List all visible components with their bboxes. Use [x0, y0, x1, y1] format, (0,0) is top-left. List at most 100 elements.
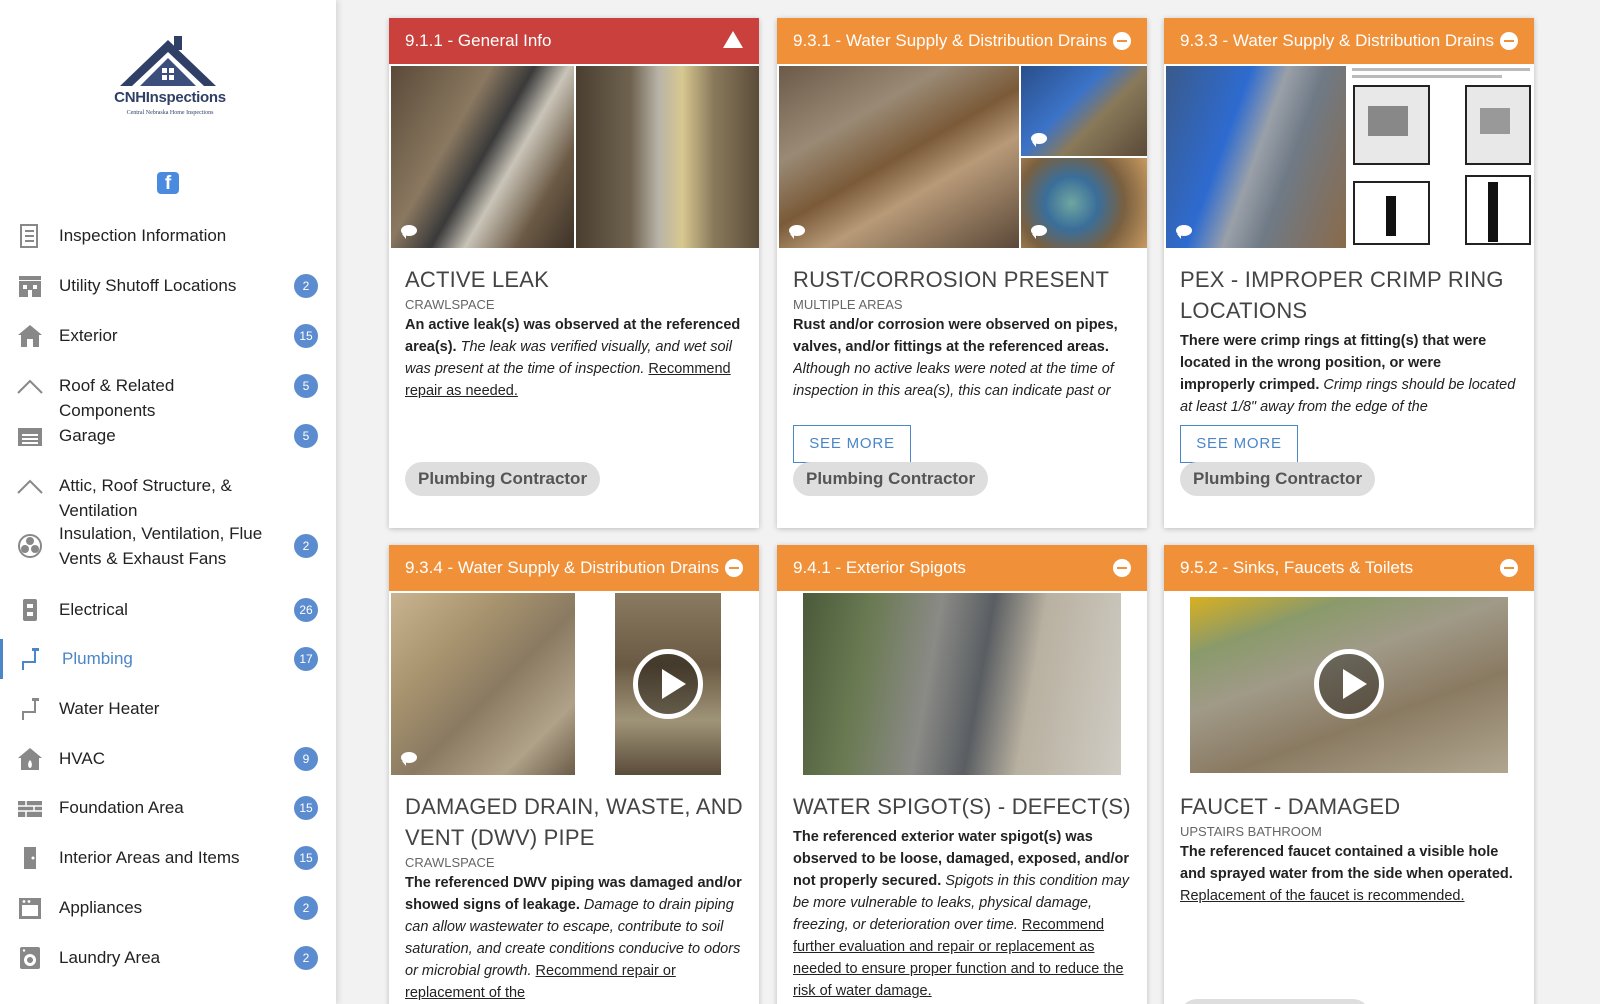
card-body: RUST/CORROSION PRESENT MULTIPLE AREAS Ru… [777, 248, 1147, 402]
sidebar-item-label: Electrical [59, 600, 128, 619]
defect-title: FAUCET - DAMAGED [1180, 794, 1401, 819]
defect-card[interactable]: 9.3.3 - Water Supply & Distribution Drai… [1164, 18, 1534, 528]
defect-location: CRAWLSPACE [405, 297, 495, 312]
defect-card[interactable]: 9.3.4 - Water Supply & Distribution Drai… [389, 545, 759, 1004]
defect-title: RUST/CORROSION PRESENT [793, 267, 1110, 292]
minus-circle-icon[interactable] [1113, 32, 1131, 50]
minus-circle-icon[interactable] [1500, 559, 1518, 577]
photo-gallery [1164, 64, 1534, 248]
contractor-pill[interactable]: Plumbing Contractor [1180, 462, 1376, 496]
defect-description: An active leak(s) was observed at the re… [405, 314, 743, 402]
defect-title: PEX - IMPROPER CRIMP RING LOCATIONS [1180, 267, 1504, 323]
defect-card[interactable]: 9.1.1 - General Info ACTIVE LEAK CRAWLSP… [389, 18, 759, 528]
see-more-button[interactable]: SEE MORE [793, 425, 911, 463]
count-badge: 5 [294, 424, 318, 448]
defect-card[interactable]: 9.4.1 - Exterior Spigots WATER SPIGOT(S)… [777, 545, 1147, 1004]
photo-gallery [389, 64, 759, 248]
sidebar-item-label: Foundation Area [59, 798, 184, 817]
card-header[interactable]: 9.3.1 - Water Supply & Distribution Drai… [777, 18, 1147, 64]
play-icon[interactable] [633, 649, 703, 719]
desc-bold: The referenced faucet contained a visibl… [1180, 844, 1513, 882]
contractor-pill[interactable]: Plumbing Contractor [405, 462, 601, 496]
defect-location: UPSTAIRS BATHROOM [1180, 824, 1322, 839]
sidebar-item-utility-shutoff[interactable]: Utility Shutoff Locations 2 [0, 266, 336, 306]
photo-thumbnail[interactable] [1021, 66, 1147, 156]
logo-name: CNHInspections [114, 89, 226, 106]
see-more-button[interactable]: SEE MORE [1180, 425, 1298, 463]
logo-tagline: Central Nebraska Home Inspections [126, 110, 214, 116]
play-icon[interactable] [1314, 649, 1384, 719]
defect-title: ACTIVE LEAK [405, 267, 550, 292]
sidebar-item-attic[interactable]: Attic, Roof Structure, & Ventilation [0, 466, 336, 520]
count-badge: 5 [294, 374, 318, 398]
crimp-ring-diagram [1352, 68, 1531, 245]
defect-card[interactable]: 9.5.2 - Sinks, Faucets & Toilets FAUCET … [1164, 545, 1534, 1004]
sidebar-item-water-heater[interactable]: Water Heater [0, 689, 336, 729]
comment-icon [1176, 225, 1192, 239]
diagram-thumbnail[interactable] [1348, 66, 1534, 248]
sidebar-item-exterior[interactable]: Exterior 15 [0, 316, 336, 356]
card-section: 9.3.1 - Water Supply & Distribution Drai… [793, 31, 1107, 50]
photo-thumbnail[interactable] [391, 66, 574, 248]
facebook-icon[interactable]: f [157, 172, 179, 194]
photo-gallery [1164, 591, 1534, 775]
card-header[interactable]: 9.3.4 - Water Supply & Distribution Drai… [389, 545, 759, 591]
sidebar-item-appliances[interactable]: Appliances 2 [0, 888, 336, 928]
photo-thumbnail[interactable] [576, 66, 759, 248]
count-badge: 2 [294, 896, 318, 920]
defect-description: The referenced exterior water spigot(s) … [793, 826, 1131, 1002]
card-body: PEX - IMPROPER CRIMP RING LOCATIONS Ther… [1164, 248, 1534, 418]
photo-thumbnail[interactable] [391, 593, 575, 775]
defect-title: DAMAGED DRAIN, WASTE, AND VENT (DWV) PIP… [405, 794, 743, 850]
comment-icon [401, 752, 417, 766]
desc-recommendation: Replacement of the faucet is recommended… [1180, 888, 1465, 904]
sidebar-item-interior[interactable]: Interior Areas and Items 15 [0, 838, 336, 878]
comment-icon [401, 225, 417, 239]
warning-icon [723, 31, 743, 64]
washer-icon [20, 947, 40, 969]
comment-icon [1031, 225, 1047, 239]
contractor-pill[interactable] [1180, 999, 1370, 1004]
photo-thumbnail[interactable] [1021, 158, 1147, 248]
card-body: DAMAGED DRAIN, WASTE, AND VENT (DWV) PIP… [389, 775, 759, 1004]
count-badge: 15 [294, 796, 318, 820]
sidebar-item-label: Laundry Area [59, 948, 161, 967]
sidebar-item-label: Water Heater [59, 699, 160, 718]
sidebar-item-plumbing[interactable]: Plumbing 17 [0, 639, 336, 679]
minus-circle-icon[interactable] [1500, 32, 1518, 50]
sidebar-item-garage[interactable]: Garage 5 [0, 416, 336, 456]
minus-circle-icon[interactable] [725, 559, 743, 577]
video-thumbnail[interactable] [615, 593, 721, 775]
document-icon [20, 224, 38, 248]
minus-circle-icon[interactable] [1113, 559, 1131, 577]
card-header[interactable]: 9.3.3 - Water Supply & Distribution Drai… [1164, 18, 1534, 64]
photo-thumbnail[interactable] [803, 593, 1121, 775]
sidebar-item-insulation[interactable]: Insulation, Ventilation, Flue Vents & Ex… [0, 516, 336, 576]
sidebar-item-foundation[interactable]: Foundation Area 15 [0, 788, 336, 828]
sidebar-item-roof[interactable]: Roof & Related Components 5 [0, 366, 336, 420]
card-header[interactable]: 9.5.2 - Sinks, Faucets & Toilets [1164, 545, 1534, 591]
comment-icon [789, 225, 805, 239]
roof-icon [17, 379, 43, 394]
photo-gallery [389, 591, 759, 775]
garage-icon [18, 428, 42, 446]
sidebar-item-inspection-information[interactable]: Inspection Information [0, 216, 336, 256]
card-header[interactable]: 9.4.1 - Exterior Spigots [777, 545, 1147, 591]
sidebar-item-electrical[interactable]: Electrical 26 [0, 590, 336, 630]
defect-description: The referenced faucet contained a visibl… [1180, 841, 1518, 907]
video-thumbnail[interactable] [1190, 597, 1508, 773]
sidebar-item-hvac[interactable]: HVAC 9 [0, 739, 336, 779]
defect-card[interactable]: 9.3.1 - Water Supply & Distribution Drai… [777, 18, 1147, 528]
card-body: FAUCET - DAMAGED UPSTAIRS BATHROOM The r… [1164, 775, 1534, 907]
company-logo[interactable]: CNHInspections Central Nebraska Home Ins… [100, 34, 240, 124]
sidebar-item-label: Garage [59, 426, 116, 445]
card-header[interactable]: 9.1.1 - General Info [389, 18, 759, 64]
photo-thumbnail[interactable] [779, 66, 1019, 248]
card-section: 9.3.4 - Water Supply & Distribution Drai… [405, 558, 719, 577]
photo-thumbnail[interactable] [1166, 66, 1346, 248]
sidebar-item-laundry[interactable]: Laundry Area 2 [0, 938, 336, 978]
fan-icon [18, 534, 42, 558]
sidebar-item-label: Interior Areas and Items [59, 848, 240, 867]
contractor-pill[interactable]: Plumbing Contractor [793, 462, 989, 496]
sidebar-item-label: Exterior [59, 326, 118, 345]
